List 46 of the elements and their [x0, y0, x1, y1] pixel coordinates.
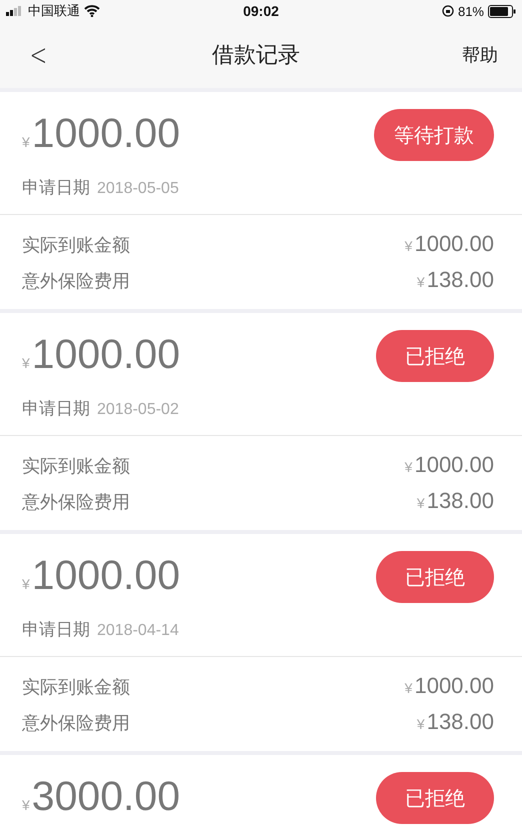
currency-symbol: ¥ — [22, 576, 30, 592]
currency-symbol: ¥ — [22, 134, 30, 150]
detail-label: 实际到账金额 — [22, 676, 130, 699]
currency-symbol: ¥ — [416, 494, 425, 513]
detail-value: 1000.00 — [414, 230, 494, 258]
battery-percent: 81% — [458, 4, 484, 18]
date-label: 申请日期 — [22, 398, 90, 420]
status-badge: 等待打款 — [374, 109, 494, 161]
status-badge: 已拒绝 — [376, 330, 494, 382]
detail-label: 实际到账金额 — [22, 455, 130, 478]
detail-value: 1000.00 — [414, 451, 494, 479]
application-date: 2018-05-02 — [97, 401, 179, 419]
signal-icon — [6, 6, 24, 16]
carrier-name: 中国联通 — [28, 2, 80, 20]
detail-value: 138.00 — [426, 708, 494, 736]
battery-icon — [488, 4, 516, 18]
page-title: 借款记录 — [212, 41, 300, 69]
application-date: 2018-05-05 — [97, 180, 179, 198]
currency-symbol: ¥ — [404, 237, 412, 256]
loan-amount: 1000.00 — [32, 552, 180, 599]
currency-symbol: ¥ — [404, 458, 412, 477]
status-badge: 已拒绝 — [376, 772, 494, 824]
detail-label: 意外保险费用 — [22, 270, 130, 293]
loan-amount: 1000.00 — [32, 331, 180, 378]
application-date: 2018-04-14 — [97, 622, 179, 640]
help-button[interactable]: 帮助 — [462, 43, 498, 67]
loan-amount: 1000.00 — [32, 110, 180, 157]
detail-label: 意外保险费用 — [22, 491, 130, 514]
currency-symbol: ¥ — [404, 679, 412, 698]
detail-value: 1000.00 — [414, 672, 494, 700]
currency-symbol: ¥ — [22, 797, 30, 813]
date-label: 申请日期 — [22, 619, 90, 641]
detail-label: 实际到账金额 — [22, 234, 130, 257]
status-time: 09:02 — [243, 3, 279, 19]
wifi-icon — [84, 5, 100, 17]
detail-label: 意外保险费用 — [22, 712, 130, 735]
currency-symbol: ¥ — [22, 355, 30, 371]
status-badge: 已拒绝 — [376, 551, 494, 603]
currency-symbol: ¥ — [416, 715, 425, 734]
currency-symbol: ¥ — [416, 273, 425, 292]
loan-amount: 3000.00 — [32, 773, 180, 820]
back-button[interactable]: < — [30, 38, 46, 72]
detail-value: 138.00 — [426, 487, 494, 515]
date-label: 申请日期 — [22, 177, 90, 199]
detail-value: 138.00 — [426, 266, 494, 294]
rotation-lock-icon — [442, 5, 454, 17]
